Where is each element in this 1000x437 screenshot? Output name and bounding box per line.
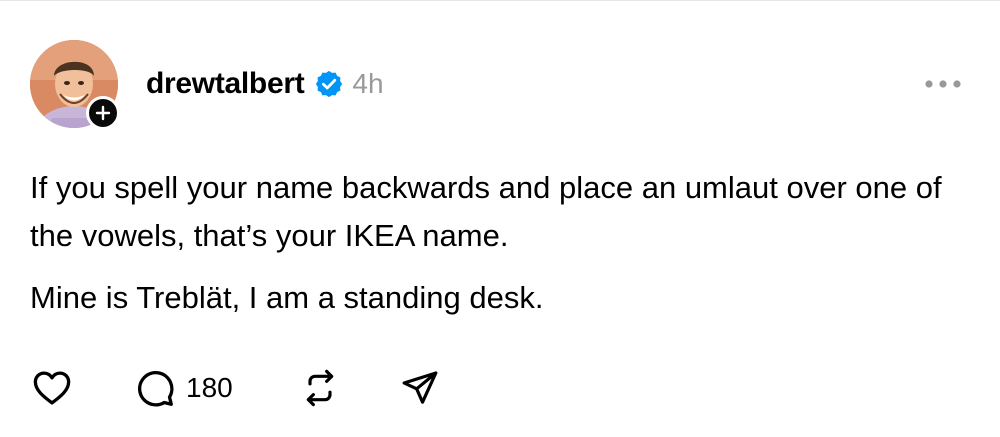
repost-button[interactable]	[300, 368, 400, 408]
post-header: drewtalbert 4h	[146, 62, 384, 106]
comment-count: 180	[186, 372, 233, 403]
follow-button[interactable]	[86, 96, 120, 130]
post-paragraph: If you spell your name backwards and pla…	[30, 170, 942, 253]
author-avatar-group[interactable]	[30, 40, 120, 130]
verified-badge-icon	[314, 69, 344, 99]
like-button[interactable]	[30, 367, 134, 409]
comment-icon	[138, 371, 174, 407]
send-icon	[402, 371, 438, 404]
post-body: If you spell your name backwards and pla…	[30, 164, 960, 322]
plus-icon	[95, 105, 111, 121]
more-horizontal-icon	[925, 80, 961, 88]
share-button[interactable]	[400, 368, 440, 408]
top-divider	[0, 0, 1000, 1]
post-actions: 180	[30, 364, 440, 412]
author-username[interactable]: drewtalbert	[146, 67, 305, 101]
repost-icon	[306, 369, 334, 407]
comment-button[interactable]: 180	[134, 367, 300, 409]
more-options-button[interactable]	[918, 70, 968, 98]
heart-icon	[33, 371, 71, 405]
post-timestamp[interactable]: 4h	[352, 68, 383, 100]
post-paragraph: Mine is Treblät, I am a standing desk.	[30, 280, 544, 315]
